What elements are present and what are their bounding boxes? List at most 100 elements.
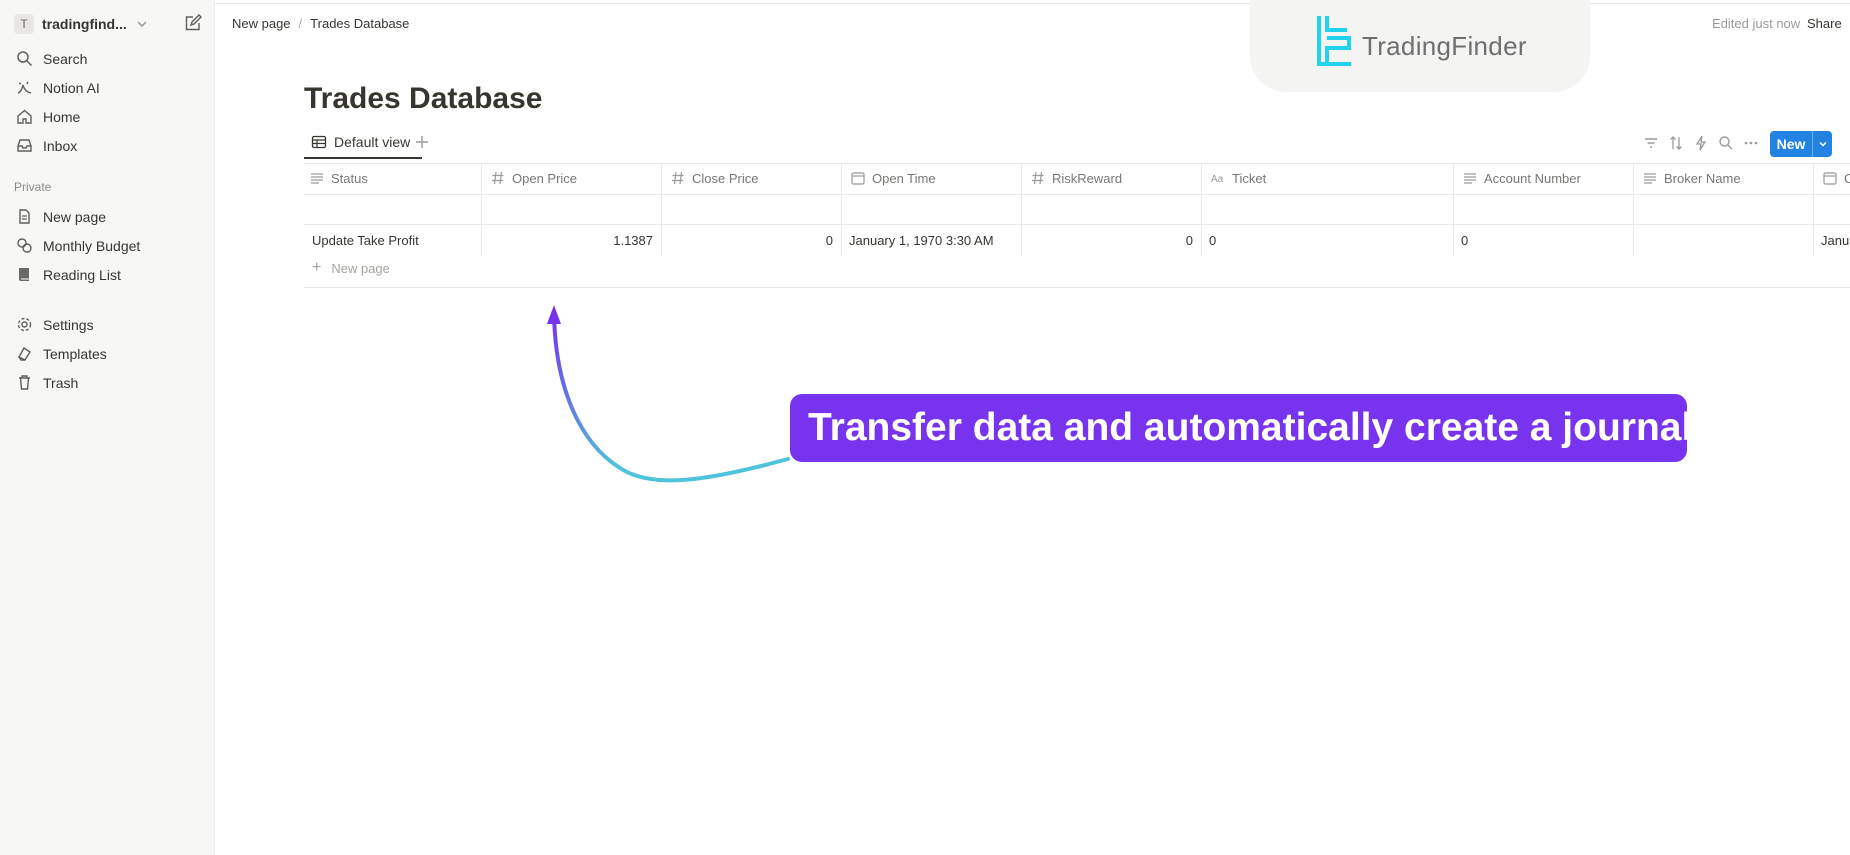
table-cell-open-time[interactable]: January 1, 1970 3:30 AM bbox=[841, 225, 1021, 255]
sidebar-item-label: Trash bbox=[43, 374, 79, 391]
column-header-account-number[interactable]: Account Number bbox=[1453, 163, 1633, 193]
table-cell-ticket[interactable]: 0 bbox=[1201, 225, 1453, 255]
svg-text:Aa: Aa bbox=[1211, 174, 1224, 185]
sidebar-nav-bottom: Settings Templates Trash bbox=[0, 310, 215, 397]
column-header-close-price[interactable]: Close Price bbox=[661, 163, 841, 193]
table-bottom-border bbox=[304, 287, 1850, 288]
table-cell-account-number[interactable]: 0 bbox=[1453, 225, 1633, 255]
sidebar-item-templates[interactable]: Templates bbox=[0, 339, 215, 368]
book-icon bbox=[19, 268, 29, 281]
chevron-down-icon bbox=[137, 21, 147, 28]
new-page-compose-icon[interactable] bbox=[184, 14, 202, 32]
number-property-icon bbox=[672, 171, 684, 185]
table-icon bbox=[311, 135, 327, 149]
sidebar-item-search[interactable]: Search bbox=[0, 44, 215, 73]
column-header-label: Close Price bbox=[692, 170, 759, 186]
breadcrumb: New page / Trades Database bbox=[232, 16, 409, 31]
text-property-icon bbox=[1644, 173, 1656, 184]
trash-icon bbox=[19, 375, 30, 390]
add-new-page-row[interactable]: + New page bbox=[312, 259, 390, 277]
tradingfinder-logo: TradingFinder bbox=[1250, 0, 1590, 92]
more-options-button[interactable] bbox=[1743, 134, 1759, 152]
table-cell-open-price[interactable]: 1.1387 bbox=[481, 225, 661, 255]
breadcrumb-item-trades-database[interactable]: Trades Database bbox=[310, 16, 409, 31]
date-property-icon bbox=[1823, 172, 1837, 185]
sidebar-pages: New page Monthly Budget Reading List bbox=[0, 202, 215, 289]
breadcrumb-separator: / bbox=[298, 16, 303, 31]
sidebar-item-inbox[interactable]: Inbox bbox=[0, 131, 215, 160]
annotation-arrow bbox=[547, 305, 790, 483]
column-header-riskreward[interactable]: RiskReward bbox=[1021, 163, 1201, 193]
sidebar-item-label: Home bbox=[43, 108, 81, 125]
notion-ai-icon bbox=[17, 81, 32, 94]
add-view-icon[interactable] bbox=[413, 133, 431, 151]
workspace-switcher[interactable]: T tradingfind... bbox=[14, 13, 149, 35]
sidebar-item-label: Monthly Budget bbox=[43, 237, 141, 254]
annotation-callout: Transfer data and automatically create a… bbox=[790, 394, 1692, 462]
new-row-label: New page bbox=[331, 260, 390, 276]
column-header-label: Broker Name bbox=[1664, 170, 1741, 186]
sort-button[interactable] bbox=[1668, 134, 1684, 152]
column-header-label: Open Time bbox=[872, 170, 936, 186]
column-header-open-price[interactable]: Open Price bbox=[481, 163, 661, 193]
trades-table: Status Open Price Close Price Open Time … bbox=[304, 163, 1850, 288]
filter-button[interactable] bbox=[1643, 134, 1659, 152]
logo-text: TradingFinder bbox=[1362, 31, 1527, 61]
lightning-icon bbox=[1695, 135, 1707, 151]
tab-label: Default view bbox=[334, 134, 411, 150]
sort-icon bbox=[1670, 136, 1682, 150]
share-button[interactable]: Share bbox=[1807, 16, 1842, 31]
search-icon bbox=[1719, 136, 1733, 150]
sidebar-item-label: New page bbox=[43, 208, 107, 225]
search-table-button[interactable] bbox=[1718, 134, 1734, 152]
chevron-down-icon bbox=[1818, 141, 1827, 147]
header-bottom-border bbox=[304, 194, 1850, 195]
sidebar-item-reading-list[interactable]: Reading List bbox=[0, 260, 215, 289]
new-button[interactable]: New bbox=[1770, 131, 1832, 157]
sidebar-item-trash[interactable]: Trash bbox=[0, 368, 215, 397]
edited-status: Edited just now bbox=[1712, 16, 1801, 31]
sidebar-item-notion-ai[interactable]: Notion AI bbox=[0, 73, 215, 102]
column-header-label: C bbox=[1844, 170, 1850, 186]
sidebar-item-label: Search bbox=[43, 50, 88, 67]
table-cell-status[interactable]: Update Take Profit bbox=[304, 225, 481, 255]
sidebar-nav-top: Search Notion AI Home Inbox bbox=[0, 44, 215, 160]
automation-button[interactable] bbox=[1693, 134, 1709, 152]
workspace-name: tradingfind... bbox=[42, 16, 127, 32]
table-cell[interactable] bbox=[304, 195, 481, 225]
sidebar-item-new-page[interactable]: New page bbox=[0, 202, 215, 231]
sidebar-item-monthly-budget[interactable]: Monthly Budget bbox=[0, 231, 215, 260]
number-property-icon bbox=[492, 171, 504, 185]
column-header-open-time[interactable]: Open Time bbox=[841, 163, 1021, 193]
new-button-label: New bbox=[1776, 136, 1806, 152]
tab-default-view[interactable]: Default view bbox=[311, 134, 410, 150]
column-header-status[interactable]: Status bbox=[304, 163, 481, 193]
new-button-dropdown[interactable] bbox=[1813, 139, 1832, 149]
column-header-ticket[interactable]: Aa Ticket bbox=[1201, 163, 1453, 193]
budget-icon bbox=[17, 238, 32, 253]
number-property-icon bbox=[1032, 171, 1044, 185]
workspace-avatar: T bbox=[14, 14, 34, 34]
sidebar-item-home[interactable]: Home bbox=[0, 102, 215, 131]
column-header-label: RiskReward bbox=[1052, 170, 1123, 186]
breadcrumb-item-new-page[interactable]: New page bbox=[232, 16, 291, 31]
sidebar-item-label: Settings bbox=[43, 316, 94, 333]
column-header-c[interactable]: C bbox=[1813, 163, 1850, 193]
sidebar-item-label: Reading List bbox=[43, 266, 121, 283]
sidebar-item-label: Templates bbox=[43, 345, 107, 362]
column-header-broker-name[interactable]: Broker Name bbox=[1633, 163, 1813, 193]
text-property-icon bbox=[1464, 173, 1476, 184]
table-cell-riskreward[interactable]: 0 bbox=[1021, 225, 1201, 255]
page-title[interactable]: Trades Database bbox=[304, 82, 542, 116]
text-property-icon bbox=[311, 173, 323, 184]
section-label-private: Private bbox=[14, 180, 52, 194]
filter-icon bbox=[1645, 138, 1657, 148]
more-icon bbox=[1744, 141, 1758, 145]
table-cell-c[interactable]: Janua bbox=[1813, 225, 1850, 255]
search-icon bbox=[17, 51, 33, 67]
sidebar-item-settings[interactable]: Settings bbox=[0, 310, 215, 339]
table-cell-broker-name[interactable] bbox=[1633, 225, 1813, 255]
date-property-icon bbox=[851, 172, 865, 185]
table-cell-close-price[interactable]: 0 bbox=[661, 225, 841, 255]
title-property-icon: Aa bbox=[1211, 174, 1224, 185]
